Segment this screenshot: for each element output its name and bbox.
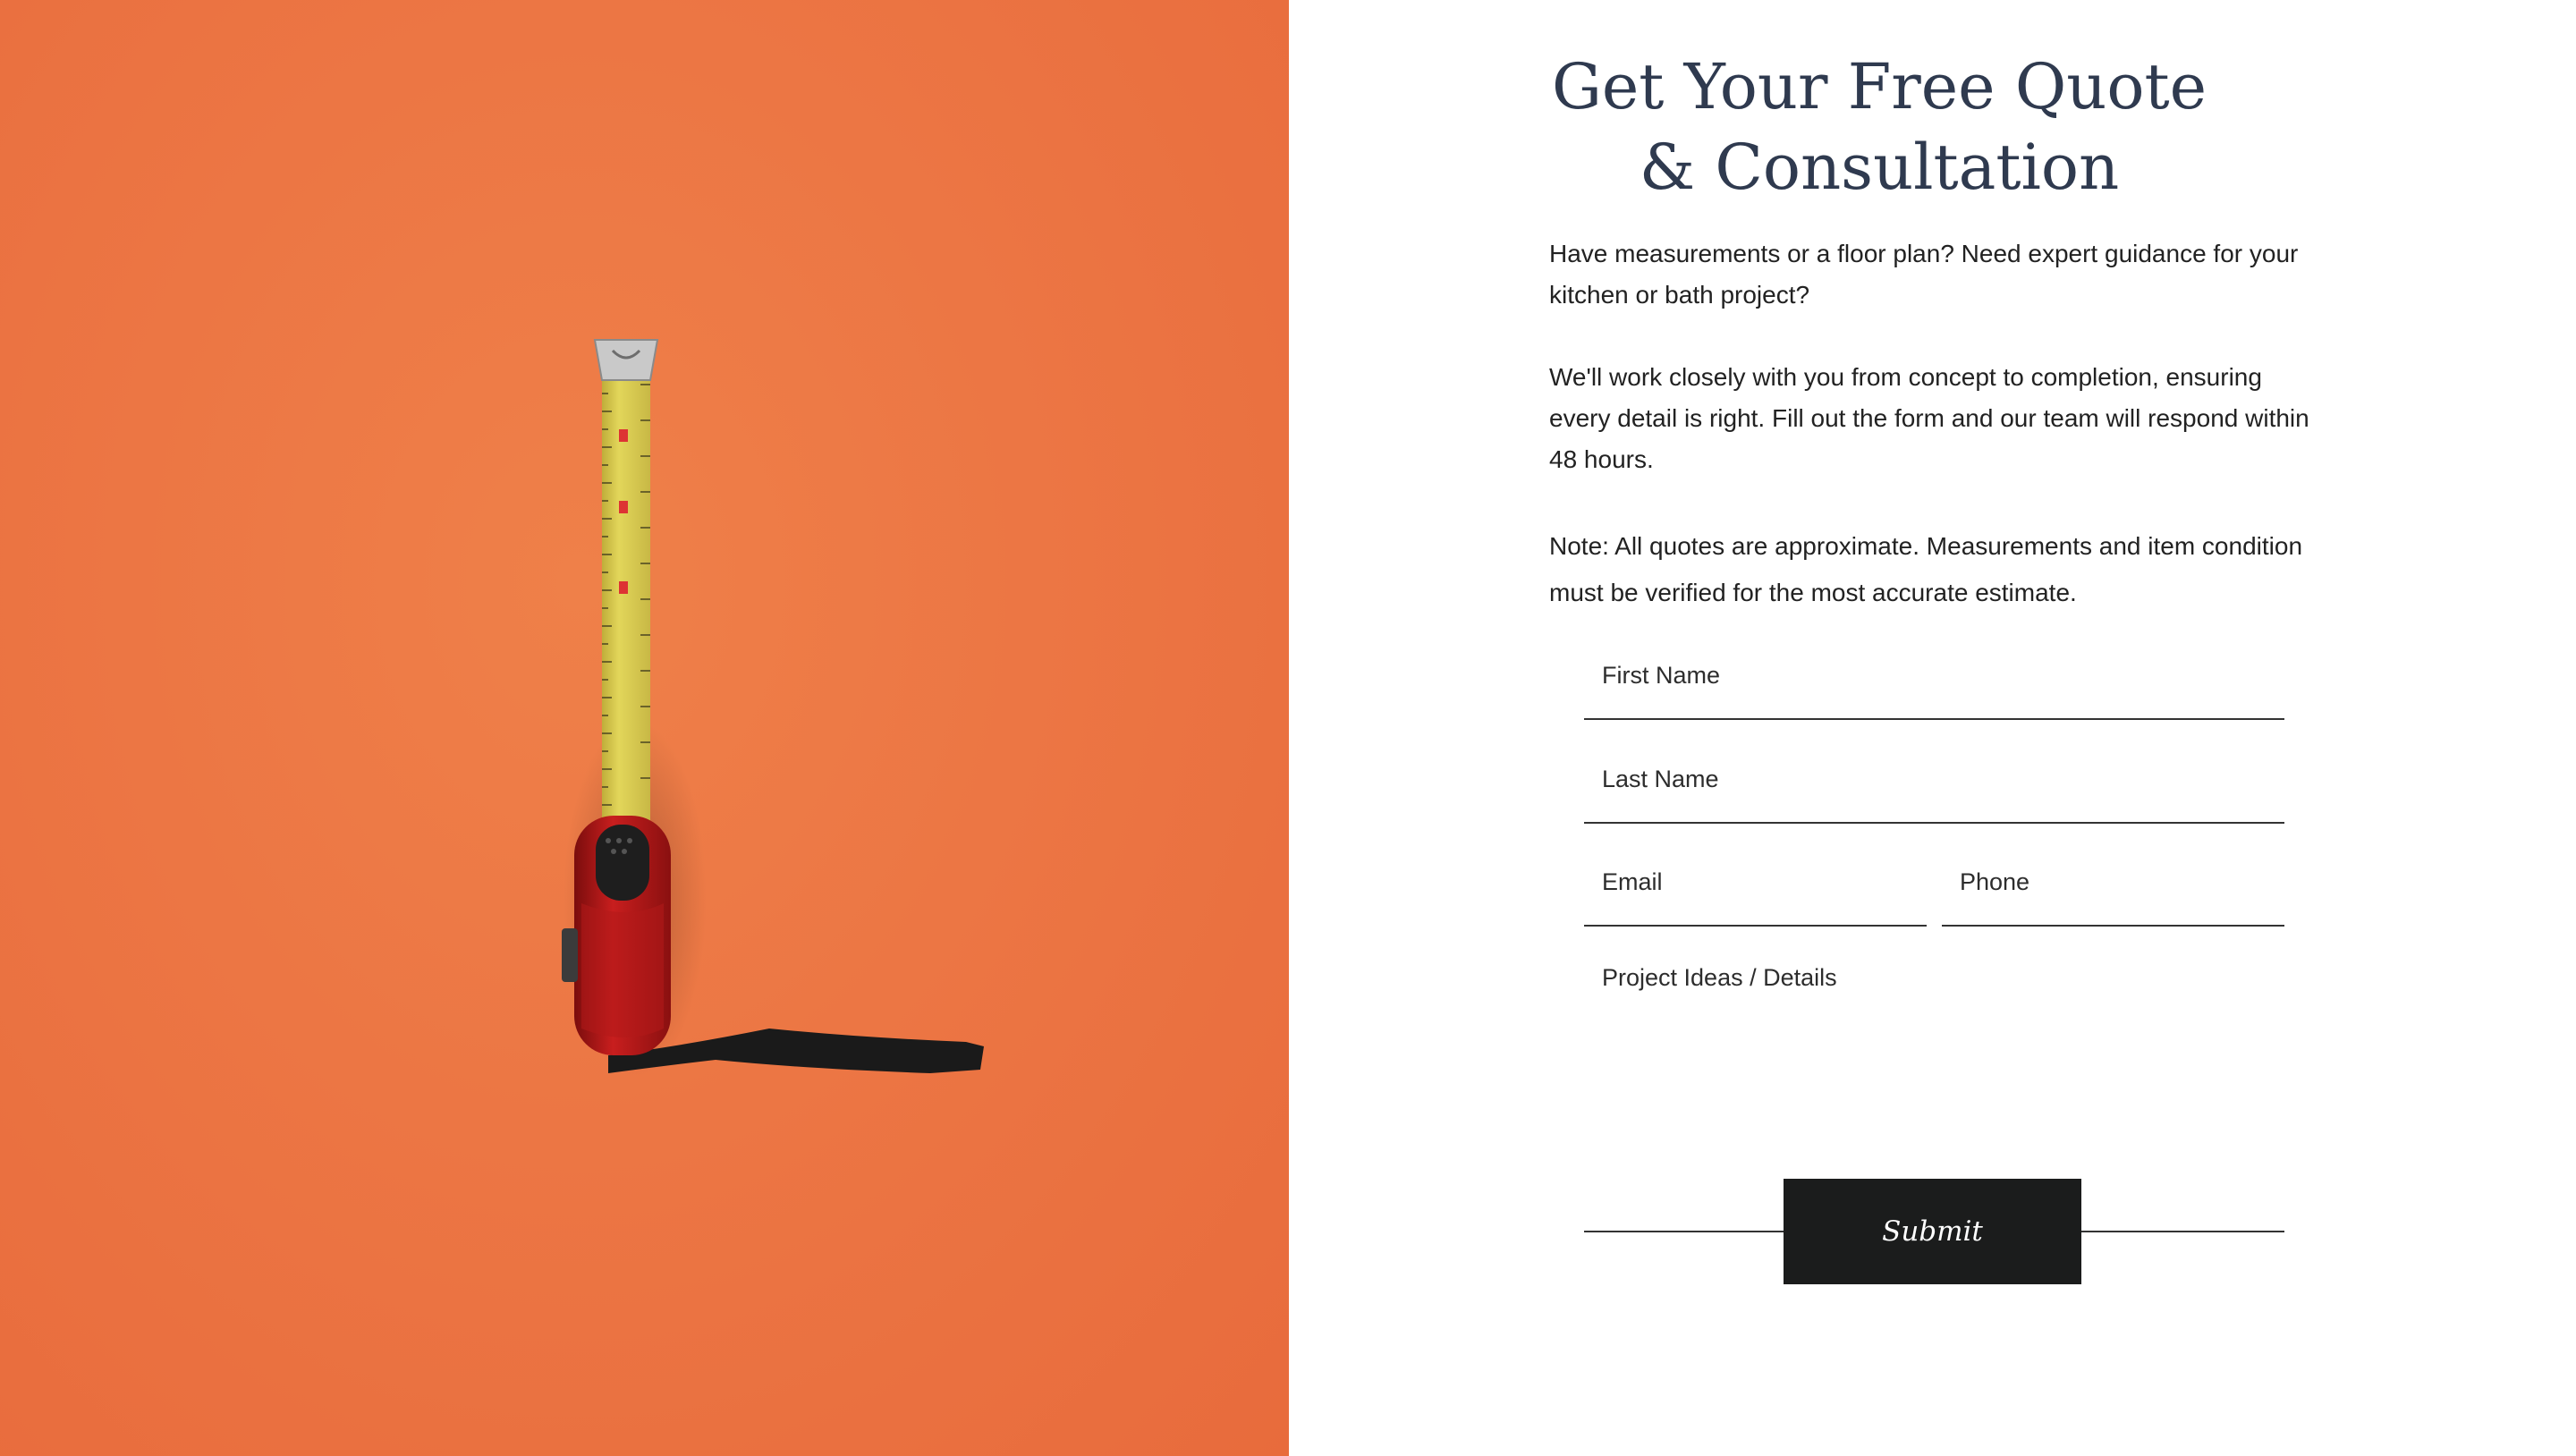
submit-divider-left bbox=[1584, 1231, 1784, 1232]
page: Get Your Free Quote & Consultation Have … bbox=[0, 0, 2576, 1456]
project-details-field[interactable]: Project Ideas / Details bbox=[1584, 957, 2288, 1139]
page-title: Get Your Free Quote & Consultation bbox=[1551, 50, 2207, 204]
tape-red-mark bbox=[619, 501, 628, 513]
first-name-field[interactable]: First Name bbox=[1584, 647, 2284, 720]
tape-measure-illustration bbox=[562, 339, 984, 1078]
last-name-input[interactable] bbox=[1584, 750, 2284, 822]
project-details-textarea[interactable] bbox=[1584, 957, 2288, 1139]
hero-image bbox=[0, 0, 1289, 1456]
intro-text: Have measurements or a floor plan? Need … bbox=[1549, 240, 2299, 309]
first-name-input[interactable] bbox=[1584, 647, 2284, 718]
email-field[interactable]: Email bbox=[1584, 853, 1927, 927]
tape-case-grip bbox=[581, 903, 664, 1037]
quote-form-panel: Get Your Free Quote & Consultation Have … bbox=[1289, 0, 2576, 1456]
tape-hook bbox=[593, 339, 659, 381]
submit-divider-right bbox=[2081, 1231, 2284, 1232]
belt-clip bbox=[562, 928, 578, 982]
description-text: We'll work closely with you from concept… bbox=[1549, 363, 2309, 473]
note-text: Note: All quotes are approximate. Measur… bbox=[1549, 532, 2303, 606]
phone-input[interactable] bbox=[1942, 853, 2284, 925]
tape-red-mark bbox=[619, 429, 628, 442]
email-input[interactable] bbox=[1584, 853, 1927, 925]
tape-case-lock bbox=[596, 825, 649, 901]
tape-red-mark bbox=[619, 581, 628, 594]
phone-field[interactable]: Phone bbox=[1942, 853, 2284, 927]
submit-button[interactable]: Submit bbox=[1784, 1179, 2081, 1284]
last-name-field[interactable]: Last Name bbox=[1584, 750, 2284, 824]
